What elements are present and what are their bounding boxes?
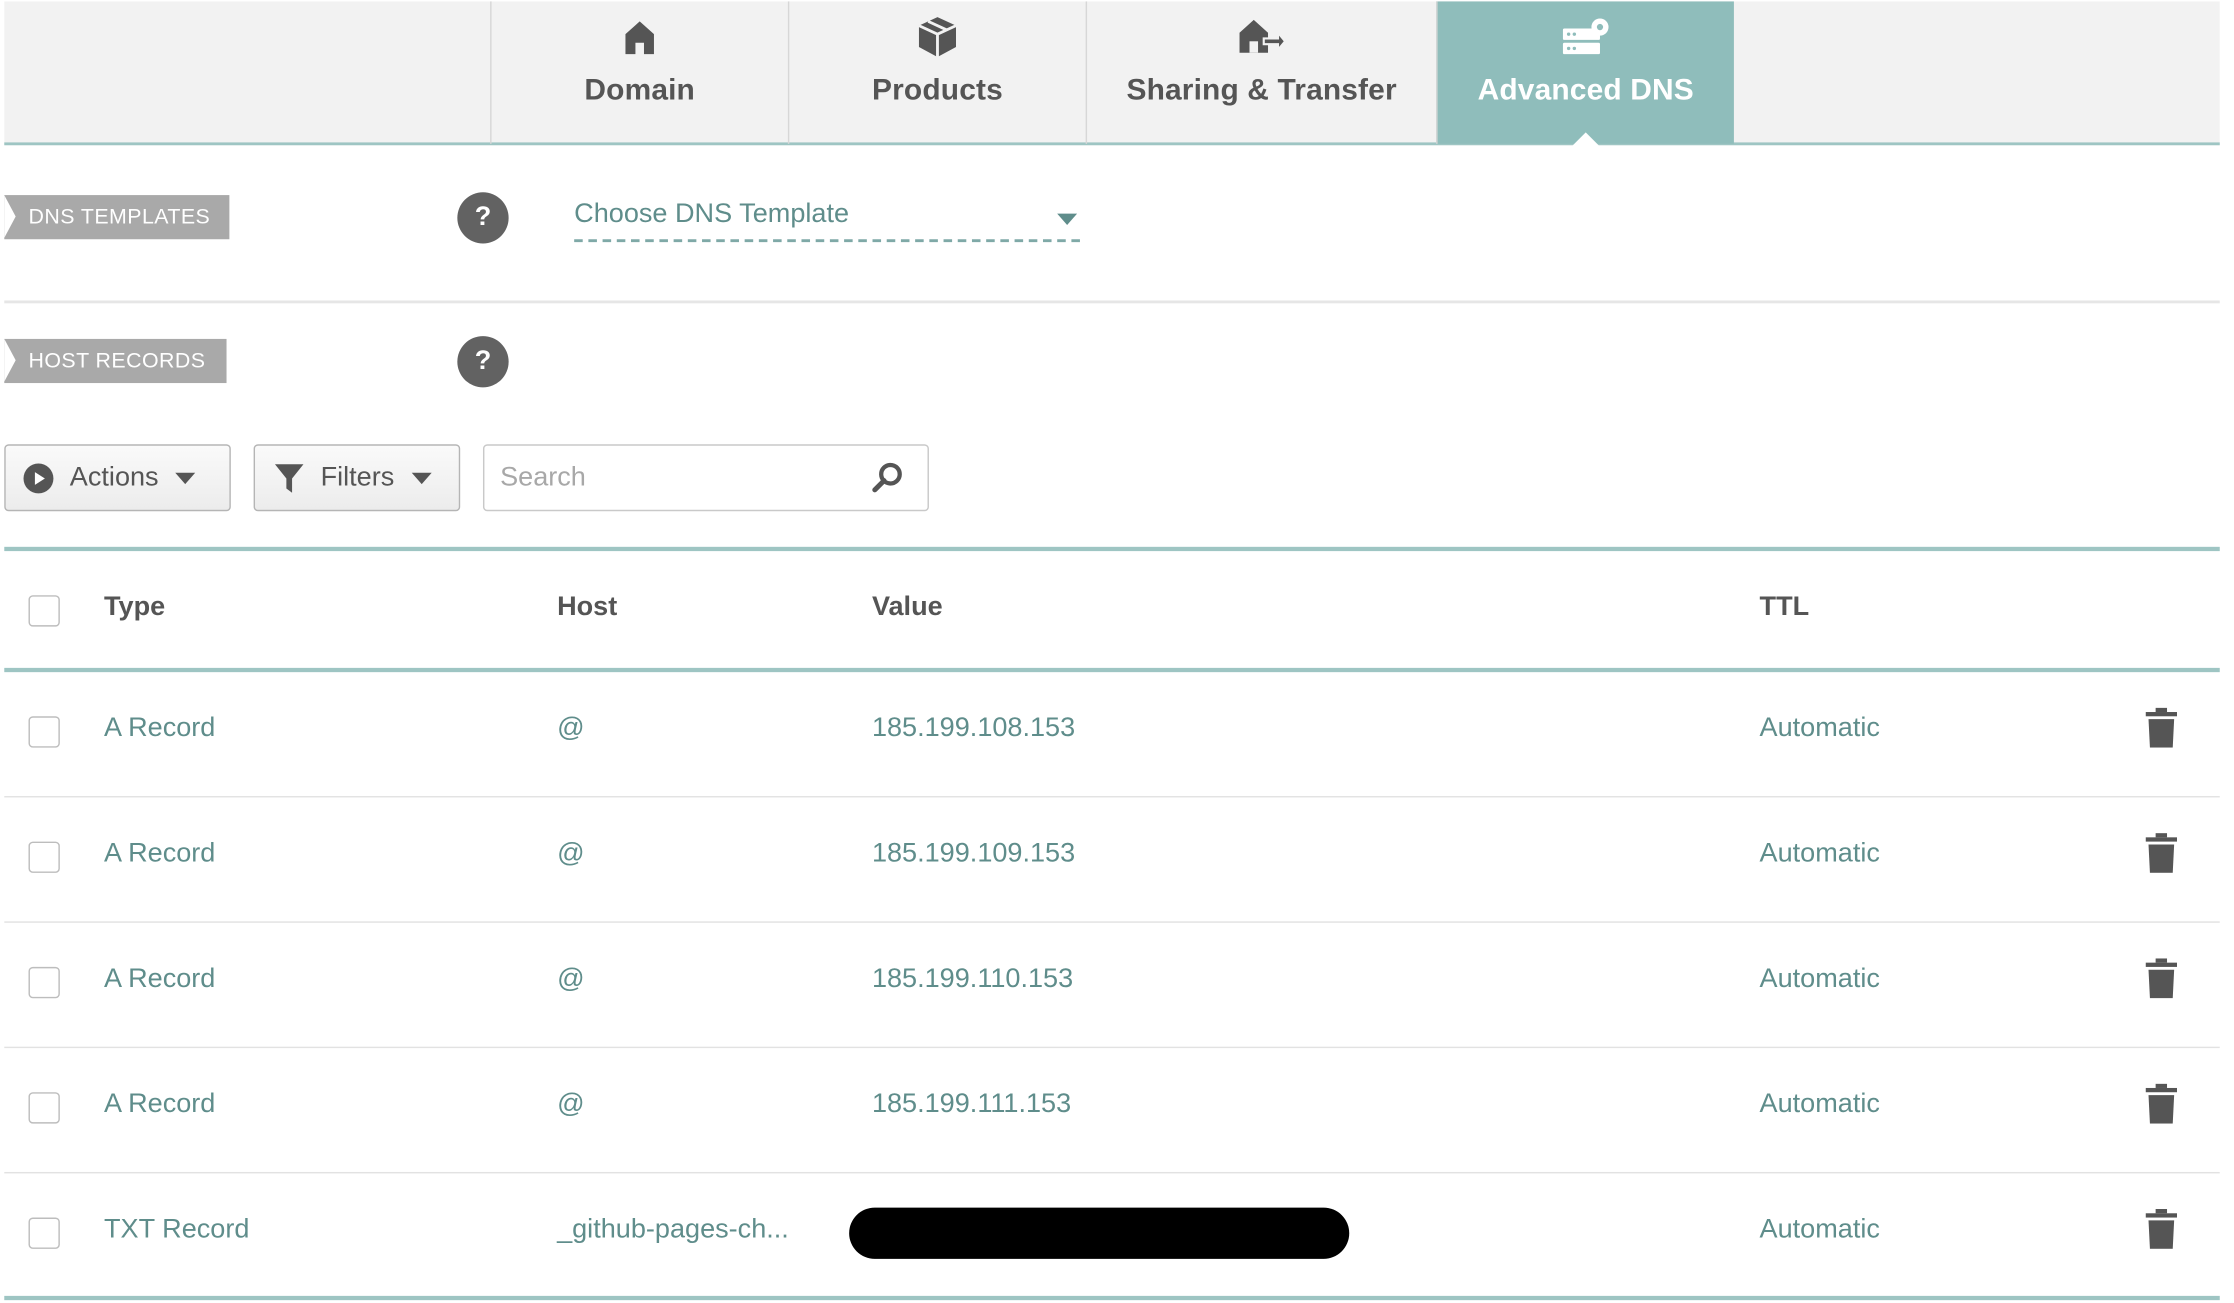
trash-icon[interactable] <box>2145 1083 2178 1131</box>
dns-templates-tag: DNS TEMPLATES <box>4 195 230 240</box>
dns-template-select[interactable]: Choose DNS Template <box>574 197 1080 243</box>
row-checkbox[interactable] <box>28 716 60 748</box>
trash-icon[interactable] <box>2145 958 2178 1005</box>
filters-label: Filters <box>320 462 395 493</box>
row-checkbox[interactable] <box>28 841 60 873</box>
transfer-icon <box>1237 14 1286 60</box>
trash-icon[interactable] <box>2145 833 2178 880</box>
chevron-down-icon <box>175 472 196 484</box>
dns-template-select-value: Choose DNS Template <box>574 199 850 230</box>
select-all-checkbox[interactable] <box>28 595 60 627</box>
record-ttl[interactable]: Automatic <box>1760 1215 1880 1246</box>
record-ttl[interactable]: Automatic <box>1760 713 1880 744</box>
row-checkbox[interactable] <box>28 1092 60 1124</box>
record-type[interactable]: A Record <box>104 1089 215 1120</box>
tab-domain[interactable]: Domain <box>490 1 788 144</box>
tab-label: Advanced DNS <box>1477 74 1694 107</box>
chevron-down-icon <box>411 472 432 484</box>
record-value[interactable]: 185.199.109.153 <box>872 839 1075 870</box>
search-box <box>482 444 929 512</box>
record-value[interactable]: 185.199.110.153 <box>872 964 1073 995</box>
search-icon[interactable] <box>871 461 905 502</box>
record-host[interactable]: _github-pages-ch... <box>557 1215 789 1246</box>
table-row[interactable]: A Record @ 185.199.110.153 Automatic <box>4 923 2220 1049</box>
record-host[interactable]: @ <box>557 964 584 995</box>
actions-label: Actions <box>69 462 159 493</box>
table-row[interactable]: A Record @ 185.199.111.153 Automatic <box>4 1048 2220 1174</box>
tab-bar: Domain Products Sharing & Transfer Advan… <box>4 1 2220 147</box>
table-row[interactable]: A Record @ 185.199.109.153 Automatic <box>4 797 2220 923</box>
funnel-icon <box>274 462 305 493</box>
section-divider <box>4 300 2220 304</box>
table-row[interactable]: A Record @ 185.199.108.153 Automatic <box>4 672 2220 798</box>
redacted-value <box>849 1207 1350 1259</box>
record-value[interactable]: 185.199.108.153 <box>872 713 1075 744</box>
tab-label: Domain <box>584 74 695 107</box>
record-ttl[interactable]: Automatic <box>1760 964 1880 995</box>
dns-management-page: Domain Products Sharing & Transfer Advan… <box>0 0 2234 1303</box>
column-header-host[interactable]: Host <box>557 592 617 623</box>
tab-label: Sharing & Transfer <box>1126 74 1397 107</box>
record-host[interactable]: @ <box>557 839 584 870</box>
column-header-value[interactable]: Value <box>872 592 943 623</box>
search-input[interactable] <box>500 457 857 500</box>
tab-label: Products <box>872 74 1003 107</box>
server-gear-icon <box>1560 14 1611 60</box>
record-ttl[interactable]: Automatic <box>1760 839 1880 870</box>
dns-templates-help-button[interactable]: ? <box>457 192 509 244</box>
row-checkbox[interactable] <box>28 966 60 999</box>
record-host[interactable]: @ <box>557 713 584 744</box>
record-ttl[interactable]: Automatic <box>1760 1089 1880 1120</box>
filters-button[interactable]: Filters <box>253 444 461 512</box>
column-header-type[interactable]: Type <box>104 592 165 623</box>
actions-button[interactable]: Actions <box>4 444 231 512</box>
table-row[interactable]: TXT Record _github-pages-ch... Automatic <box>4 1173 2219 1298</box>
record-host[interactable]: @ <box>557 1089 584 1120</box>
column-header-ttl[interactable]: TTL <box>1760 592 1810 623</box>
play-circle-icon <box>23 462 54 493</box>
home-icon <box>623 14 657 60</box>
table-bottom-border <box>4 1295 2220 1301</box>
trash-icon[interactable] <box>2145 1209 2178 1256</box>
tab-sharing-transfer[interactable]: Sharing & Transfer <box>1085 1 1436 144</box>
box-icon <box>916 14 959 60</box>
trash-icon[interactable] <box>2145 707 2178 755</box>
table-top-border <box>4 546 2220 552</box>
record-type[interactable]: A Record <box>104 839 215 870</box>
chevron-down-icon <box>1057 213 1078 225</box>
record-value[interactable]: 185.199.111.153 <box>872 1089 1071 1120</box>
tab-advanced-dns[interactable]: Advanced DNS <box>1436 1 1734 147</box>
record-type[interactable]: A Record <box>104 964 215 995</box>
row-checkbox[interactable] <box>28 1217 60 1249</box>
host-records-help-button[interactable]: ? <box>457 336 509 388</box>
host-records-tag: HOST RECORDS <box>4 338 227 384</box>
record-type[interactable]: A Record <box>104 713 215 744</box>
record-type[interactable]: TXT Record <box>104 1215 249 1246</box>
tab-products[interactable]: Products <box>787 1 1086 144</box>
